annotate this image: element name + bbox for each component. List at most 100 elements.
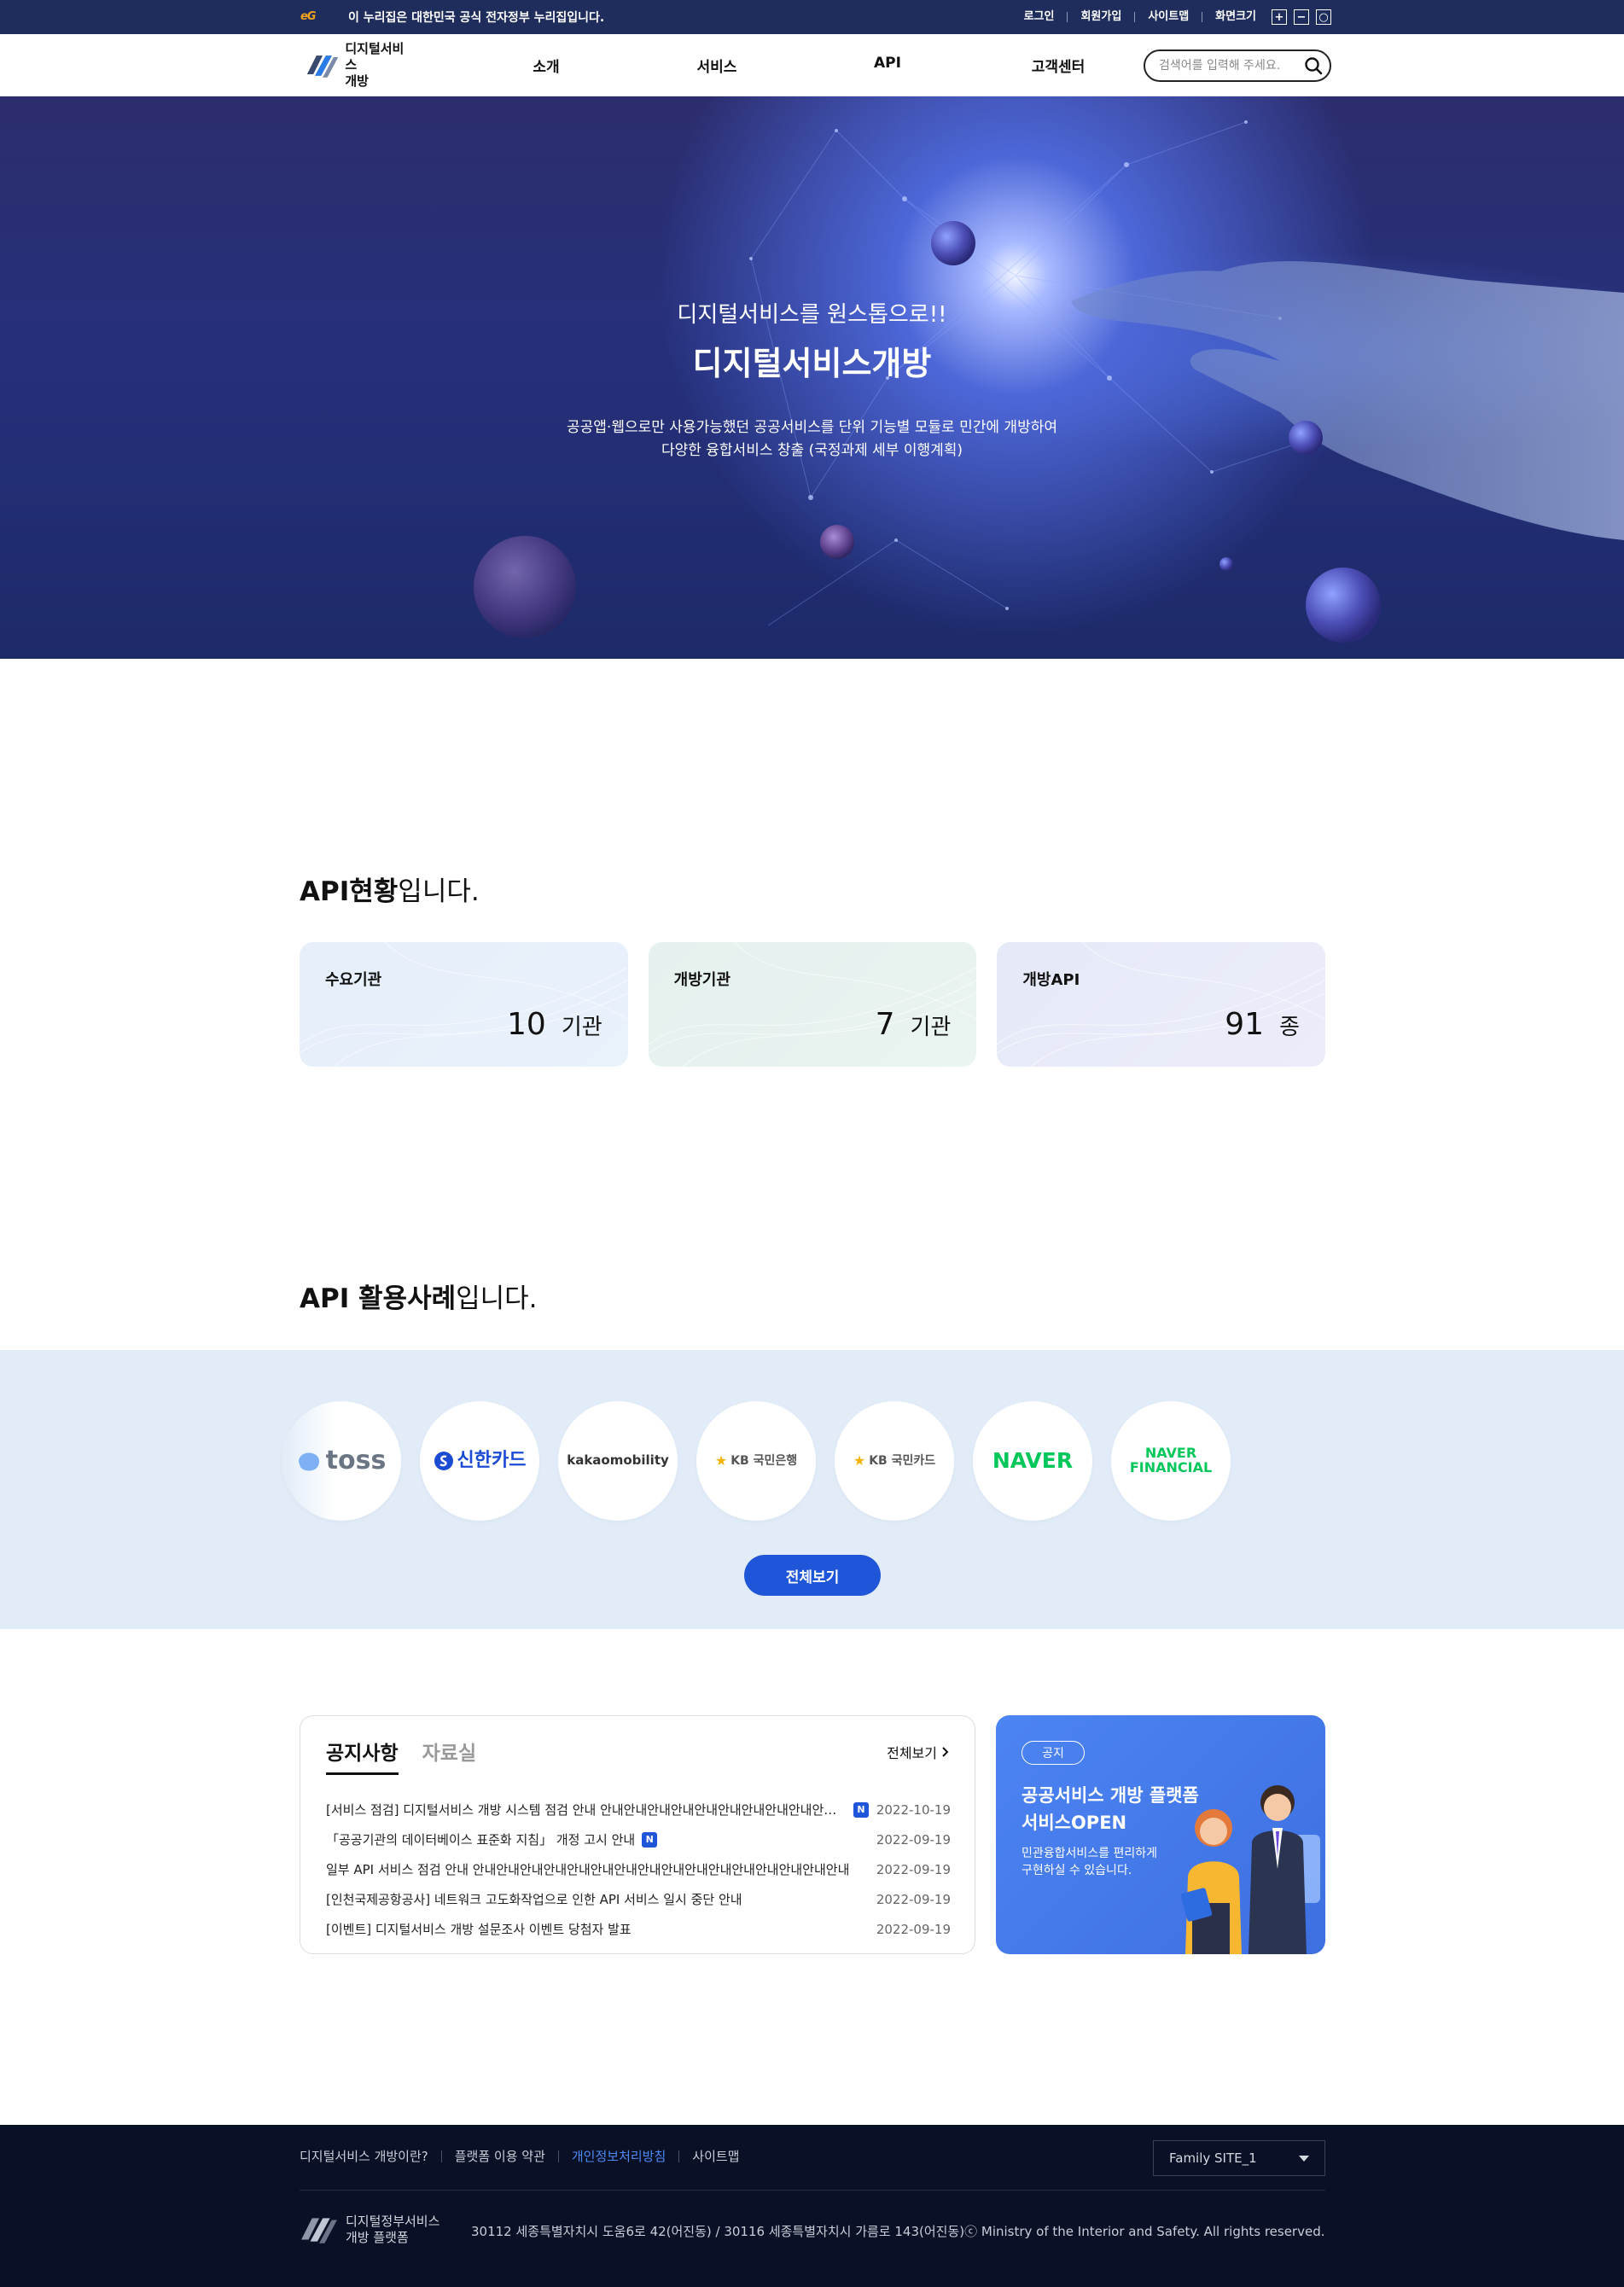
banner-desc-line1: 민관융합서비스를 편리하게	[1022, 1847, 1158, 1860]
gov-notice-text: 이 누리집은 대한민국 공식 전자정부 누리집입니다.	[348, 11, 605, 25]
banner-desc-line2: 구현하실 수 있습니다.	[1022, 1864, 1132, 1877]
stat-value: 91	[1225, 1007, 1265, 1042]
kb-star-icon: ★	[714, 1452, 728, 1469]
partner-logo-kakaomobility[interactable]: kakaomobility	[558, 1401, 678, 1521]
footer-address: 30112 세종특별자치시 도움6로 42(어진동) / 30116 세종특별자…	[471, 2224, 1325, 2239]
notice-board: 공지사항 자료실 전체보기 [서비스 점검] 디지털서비스 개방 시스템 점검 …	[300, 1715, 975, 1954]
nav-item-support[interactable]: 고객센터	[973, 55, 1144, 76]
api-cases-section: toss 신한카드 kakaomobility ★ KB 국민은행 ★ KB 국…	[0, 1350, 1624, 1629]
notice-item[interactable]: 일부 API 서비스 점검 안내 안내안내안내안내안내안내안내안내안내안내안내안…	[326, 1854, 951, 1884]
card-wave-decoration	[300, 942, 627, 1067]
tab-archive[interactable]: 자료실	[422, 1737, 476, 1775]
shinhan-icon	[434, 1452, 453, 1470]
notice-item[interactable]: [이벤트] 디지털서비스 개방 설문조사 이벤트 당첨자 발표 2022-09-…	[326, 1914, 951, 1944]
stat-card-demand-agencies: 수요기관 10 기관	[300, 942, 628, 1067]
notice-title: [인천국제공항공사] 네트워크 고도화작업으로 인한 API 서비스 일시 중단…	[326, 1892, 742, 1907]
footer-nav: 디지털서비스 개방이란? 플랫폼 이용 약관 개인정보처리방침 사이트맵	[300, 2150, 752, 2163]
hero-description-line2: 다양한 융합서비스 창출 (국정과제 세부 이행계획)	[661, 442, 963, 459]
notice-item[interactable]: [인천국제공항공사] 네트워크 고도화작업으로 인한 API 서비스 일시 중단…	[326, 1884, 951, 1914]
partner-logo-kb-bank[interactable]: ★ KB 국민은행	[696, 1401, 816, 1521]
stat-unit: 기관	[910, 1015, 952, 1040]
stat-unit: 기관	[561, 1015, 602, 1040]
brand-mark-icon	[306, 55, 339, 78]
stat-label: 수요기관	[325, 971, 382, 989]
card-wave-decoration	[997, 942, 1325, 1067]
notice-title: 「공공기관의 데이터베이스 표준화 지침」 개정 고시 안내	[326, 1832, 636, 1848]
new-badge: N	[642, 1831, 658, 1848]
notice-item[interactable]: [서비스 점검] 디지털서비스 개방 시스템 점검 안내 안내안내안내안내안내안…	[326, 1795, 951, 1824]
cases-view-all-button[interactable]: 전체보기	[744, 1555, 881, 1596]
card-wave-decoration	[648, 942, 976, 1067]
footer-divider	[300, 2190, 1325, 2191]
footer-logo: 디지털정부서비스 개방 플랫폼	[300, 2213, 439, 2247]
notice-title: [서비스 점검] 디지털서비스 개방 시스템 점검 안내 안내안내안내안내안내안…	[326, 1802, 847, 1818]
stat-unit: 종	[1279, 1015, 1301, 1040]
partner-logo-kb-card[interactable]: ★ KB 국민카드	[835, 1401, 954, 1521]
hero-subtitle: 디지털서비스를 원스톱으로!!	[677, 302, 947, 328]
signup-link[interactable]: 회원가입	[1068, 11, 1136, 22]
egov-logo: eG	[300, 10, 317, 23]
gov-bar: eG 이 누리집은 대한민국 공식 전자정부 누리집입니다. 로그인 회원가입 …	[0, 0, 1624, 34]
api-status-cards: 수요기관 10 기관 개방기관 7 기관 개방API 91 종	[300, 942, 1326, 1067]
caret-down-icon	[1299, 2155, 1309, 2162]
api-status-heading: API현황입니다.	[300, 876, 480, 907]
partner-logo-naver[interactable]: NAVER	[973, 1401, 1092, 1521]
service-open-banner[interactable]: 공지 공공서비스 개방 플랫폼 서비스OPEN 민관융합서비스를 편리하게 구현…	[996, 1715, 1325, 1954]
login-link[interactable]: 로그인	[1011, 11, 1068, 22]
partner-logo-toss[interactable]: toss	[282, 1401, 401, 1521]
notice-title: 일부 API 서비스 점검 안내 안내안내안내안내안내안내안내안내안내안내안내안…	[326, 1862, 850, 1877]
family-site-value: Family SITE_1	[1169, 2150, 1257, 2166]
search-input[interactable]	[1159, 58, 1304, 73]
zoom-in-button[interactable]: +	[1272, 9, 1287, 25]
nav-item-api[interactable]: API	[802, 55, 973, 76]
chevron-right-icon	[942, 1747, 949, 1757]
site-header: 디지털서비스 개방 소개 서비스 API 고객센터	[0, 34, 1624, 96]
site-logo[interactable]: 디지털서비스 개방	[306, 41, 410, 90]
zoom-reset-button[interactable]: ○	[1316, 9, 1331, 25]
tab-notice[interactable]: 공지사항	[326, 1737, 399, 1775]
new-badge: N	[853, 1801, 869, 1818]
brand-name-line1: 디지털서비스	[345, 41, 405, 73]
notice-list: [서비스 점검] 디지털서비스 개방 시스템 점검 안내 안내안내안내안내안내안…	[326, 1795, 951, 1944]
notice-date: 2022-09-19	[876, 1831, 951, 1848]
brand-name-line2: 개방	[345, 73, 369, 89]
search-box	[1144, 49, 1331, 82]
notice-date: 2022-09-19	[876, 1861, 951, 1877]
notice-view-all-link[interactable]: 전체보기	[887, 1742, 949, 1762]
hero-description-line1: 공공앱·웹으로만 사용가능했던 공공서비스를 단위 기능별 모듈로 민간에 개방…	[567, 419, 1057, 436]
stat-card-open-agencies: 개방기관 7 기관	[648, 942, 977, 1067]
business-people-illustration	[1180, 1785, 1320, 1954]
stat-value: 7	[875, 1007, 895, 1042]
notice-item[interactable]: 「공공기관의 데이터베이스 표준화 지침」 개정 고시 안내 N 2022-09-…	[326, 1824, 951, 1854]
hero-banner: 디지털서비스를 원스톱으로!! 디지털서비스개방 공공앱·웹으로만 사용가능했던…	[0, 96, 1624, 659]
notice-date: 2022-10-19	[876, 1801, 951, 1818]
main-nav: 소개 서비스 API 고객센터	[461, 55, 1144, 76]
stat-value: 10	[507, 1007, 546, 1042]
nav-item-intro[interactable]: 소개	[461, 55, 632, 76]
footer-link-about[interactable]: 디지털서비스 개방이란?	[300, 2150, 442, 2163]
partner-logo-shinhan-card[interactable]: 신한카드	[420, 1401, 539, 1521]
site-footer: 디지털서비스 개방이란? 플랫폼 이용 약관 개인정보처리방침 사이트맵 Fam…	[0, 2125, 1624, 2287]
partner-logo-naver-financial[interactable]: NAVER FINANCIAL	[1111, 1401, 1231, 1521]
notice-date: 2022-09-19	[876, 1891, 951, 1907]
footer-brand-line2: 개방 플랫폼	[346, 2230, 409, 2245]
view-all-label: 전체보기	[887, 1745, 937, 1761]
footer-link-sitemap[interactable]: 사이트맵	[679, 2150, 752, 2163]
screen-size-label: 화면크기	[1215, 10, 1256, 23]
partner-logo-carousel: toss 신한카드 kakaomobility ★ KB 국민은행 ★ KB 국…	[282, 1401, 1231, 1521]
nav-item-service[interactable]: 서비스	[632, 55, 802, 76]
stat-label: 개방기관	[673, 971, 731, 989]
footer-link-privacy[interactable]: 개인정보처리방침	[559, 2150, 680, 2163]
banner-tag: 공지	[1022, 1741, 1085, 1765]
search-icon[interactable]	[1304, 56, 1323, 75]
hero-title: 디지털서비스개방	[692, 345, 932, 382]
family-site-select[interactable]: Family SITE_1	[1153, 2140, 1325, 2176]
stat-label: 개방API	[1022, 971, 1080, 989]
sitemap-link[interactable]: 사이트맵	[1135, 11, 1203, 22]
zoom-out-button[interactable]: −	[1294, 9, 1309, 25]
footer-brand-line1: 디지털정부서비스	[346, 2214, 440, 2229]
notice-title: [이벤트] 디지털서비스 개방 설문조사 이벤트 당첨자 발표	[326, 1922, 632, 1937]
toss-icon	[298, 1452, 319, 1471]
footer-link-terms[interactable]: 플랫폼 이용 약관	[442, 2150, 559, 2163]
footer-brand-mark-icon	[301, 2218, 337, 2243]
